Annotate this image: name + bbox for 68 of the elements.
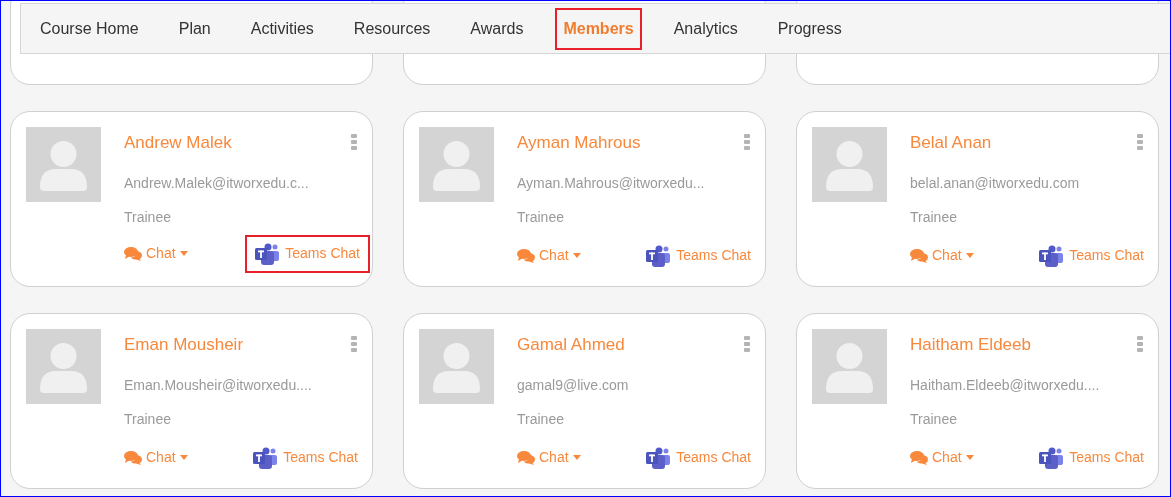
member-email: Andrew.Malek@itworxedu.c... bbox=[124, 173, 310, 193]
member-email: gamal9@live.com bbox=[517, 375, 630, 395]
member-role: Trainee bbox=[910, 409, 958, 429]
more-options-icon[interactable] bbox=[351, 336, 357, 352]
avatar-placeholder-icon bbox=[812, 127, 887, 202]
more-options-icon[interactable] bbox=[1137, 134, 1143, 150]
teams-logo-icon bbox=[253, 446, 278, 469]
teams-chat-button[interactable]: Teams Chat bbox=[245, 234, 370, 273]
caret-icon bbox=[179, 251, 188, 256]
avatar-placeholder-icon bbox=[26, 329, 101, 404]
chat-bubbles-icon bbox=[124, 246, 142, 261]
member-role: Trainee bbox=[517, 409, 565, 429]
nav-tab[interactable]: Analytics bbox=[665, 7, 746, 50]
teams-logo-icon bbox=[646, 244, 671, 267]
member-name[interactable]: Eman Mousheir bbox=[124, 332, 244, 358]
nav-tab[interactable]: Activities bbox=[242, 7, 322, 50]
teams-chat-button[interactable]: Teams Chat bbox=[644, 242, 753, 269]
more-options-icon[interactable] bbox=[744, 134, 750, 150]
chat-dropdown-button[interactable]: Chat bbox=[124, 447, 188, 468]
chat-bubbles-icon bbox=[517, 248, 535, 263]
teams-chat-button[interactable]: Teams Chat bbox=[251, 444, 360, 471]
avatar-placeholder-icon bbox=[419, 127, 494, 202]
member-name[interactable]: Haitham Eldeeb bbox=[910, 332, 1031, 358]
member-name[interactable]: Andrew Malek bbox=[124, 130, 232, 156]
member-name[interactable]: Gamal Ahmed bbox=[517, 332, 625, 358]
nav-tab[interactable]: Plan bbox=[170, 7, 219, 50]
more-options-icon[interactable] bbox=[744, 336, 750, 352]
teams-chat-button[interactable]: Teams Chat bbox=[1037, 242, 1146, 269]
caret-icon bbox=[965, 253, 974, 258]
member-email: Ayman.Mahrous@itworxedu... bbox=[517, 173, 706, 193]
nav-tab[interactable]: Awards bbox=[462, 7, 532, 50]
avatar-placeholder-icon bbox=[812, 329, 887, 404]
member-email: Haitham.Eldeeb@itworxedu.... bbox=[910, 375, 1101, 395]
chat-dropdown-button[interactable]: Chat bbox=[517, 245, 581, 266]
nav-tab[interactable]: Members bbox=[555, 7, 642, 50]
caret-icon bbox=[572, 455, 581, 460]
member-role: Trainee bbox=[124, 409, 172, 429]
more-options-icon[interactable] bbox=[1137, 336, 1143, 352]
caret-icon bbox=[179, 455, 188, 460]
chat-bubbles-icon bbox=[910, 450, 928, 465]
teams-logo-icon bbox=[646, 446, 671, 469]
teams-chat-button[interactable]: Teams Chat bbox=[1037, 444, 1146, 471]
chat-dropdown-button[interactable]: Chat bbox=[910, 245, 974, 266]
caret-icon bbox=[965, 455, 974, 460]
more-options-icon[interactable] bbox=[351, 134, 357, 150]
member-name[interactable]: Belal Anan bbox=[910, 130, 992, 156]
chat-dropdown-button[interactable]: Chat bbox=[124, 243, 188, 264]
nav-tab[interactable]: Progress bbox=[769, 7, 850, 50]
nav-tab[interactable]: Resources bbox=[345, 7, 439, 50]
caret-icon bbox=[572, 253, 581, 258]
member-role: Trainee bbox=[517, 207, 565, 227]
member-email: Eman.Mousheir@itworxedu.... bbox=[124, 375, 313, 395]
avatar-placeholder-icon bbox=[419, 329, 494, 404]
member-role: Trainee bbox=[910, 207, 958, 227]
member-role: Trainee bbox=[124, 207, 172, 227]
teams-logo-icon bbox=[1039, 446, 1064, 469]
chat-bubbles-icon bbox=[517, 450, 535, 465]
chat-dropdown-button[interactable]: Chat bbox=[517, 447, 581, 468]
teams-logo-icon bbox=[255, 242, 280, 265]
chat-bubbles-icon bbox=[124, 450, 142, 465]
member-name[interactable]: Ayman Mahrous bbox=[517, 130, 641, 156]
nav-tab[interactable]: Course Home bbox=[32, 7, 147, 50]
avatar-placeholder-icon bbox=[26, 127, 101, 202]
teams-chat-button[interactable]: Teams Chat bbox=[644, 444, 753, 471]
teams-logo-icon bbox=[1039, 244, 1064, 267]
member-email: belal.anan@itworxedu.com bbox=[910, 173, 1081, 193]
chat-bubbles-icon bbox=[910, 248, 928, 263]
chat-dropdown-button[interactable]: Chat bbox=[910, 447, 974, 468]
